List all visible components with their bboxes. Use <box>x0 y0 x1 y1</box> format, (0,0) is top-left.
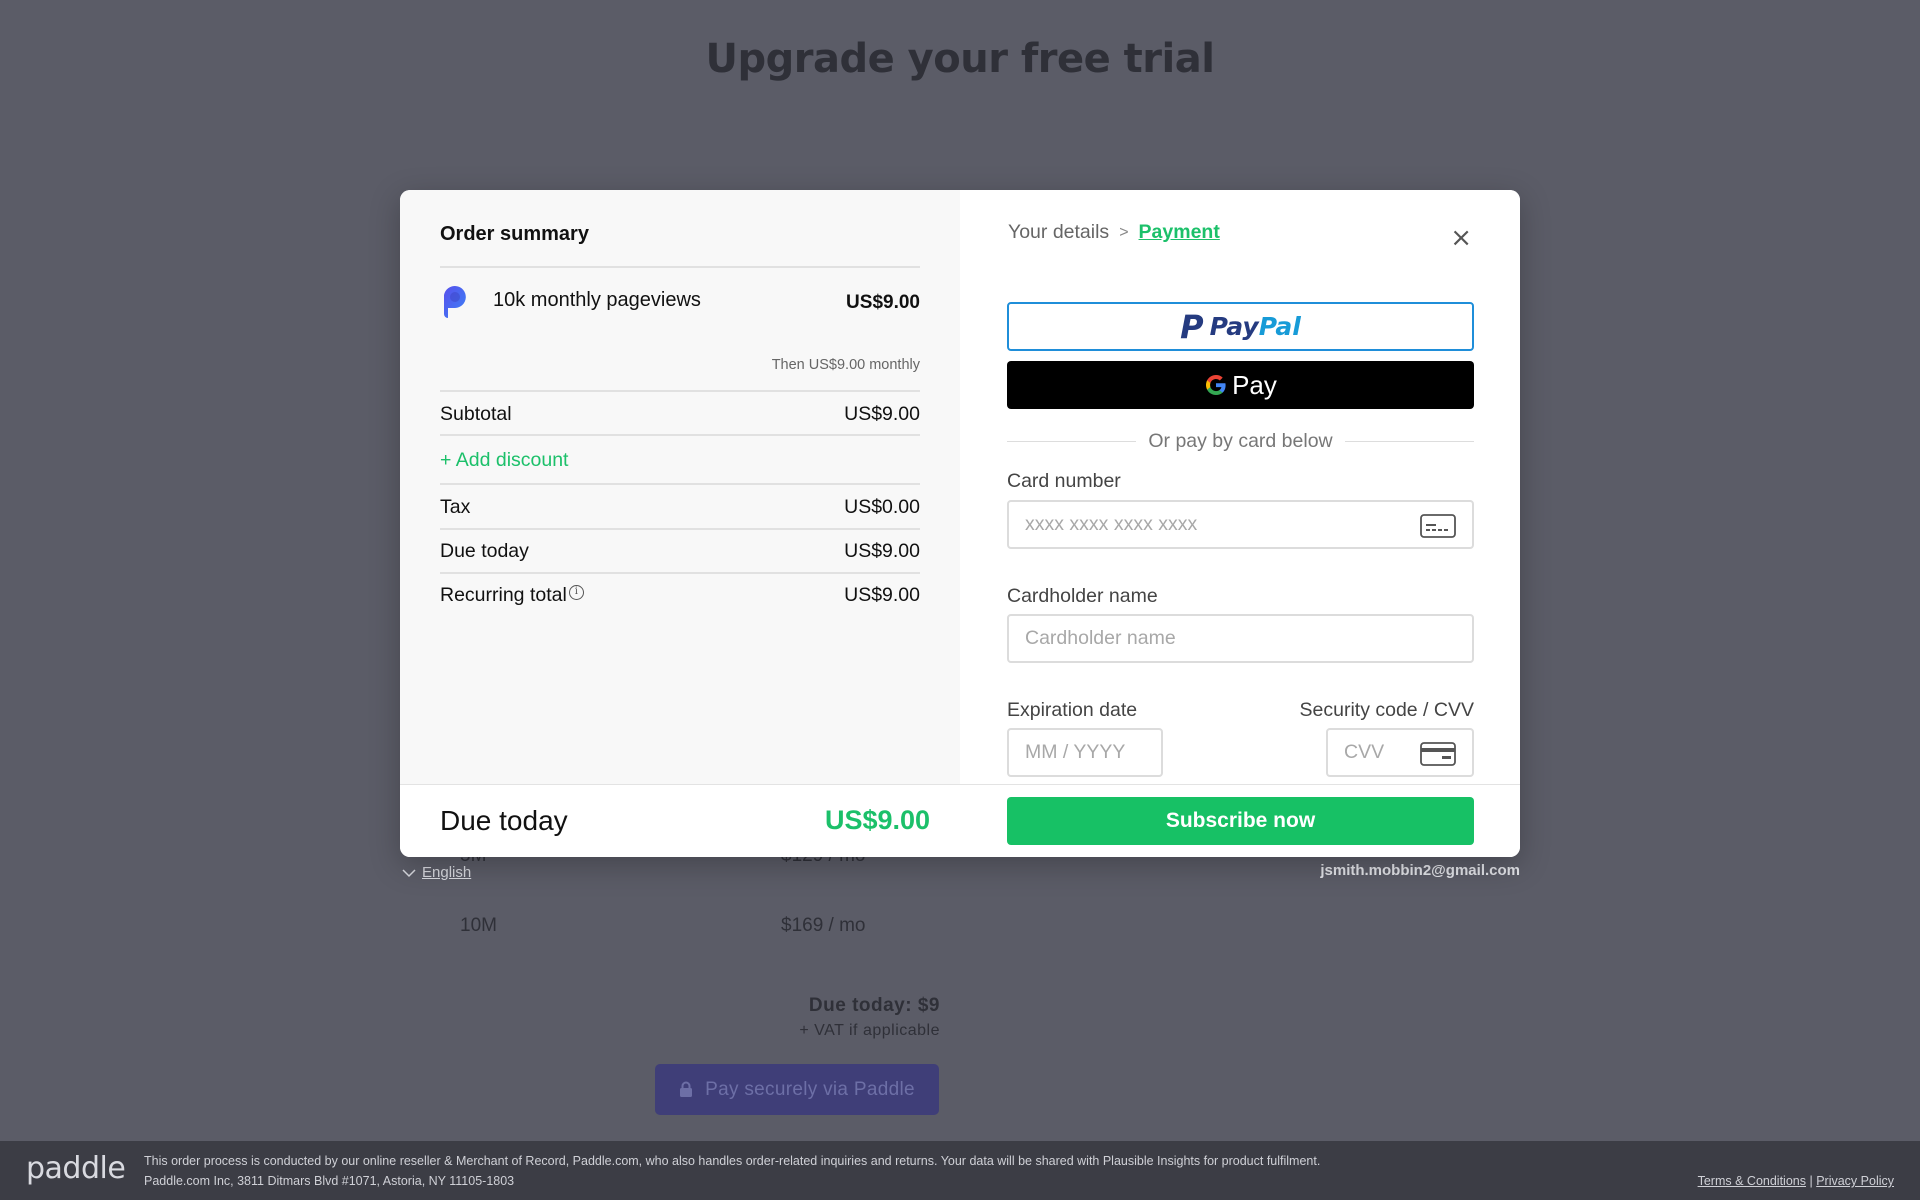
recurring-total-row: Recurring total i US$9.00 <box>440 584 920 607</box>
divider-line <box>1007 441 1137 442</box>
step-your-details[interactable]: Your details <box>1008 221 1109 244</box>
due-today-value: US$9.00 <box>844 540 920 562</box>
expiration-date-input[interactable] <box>1009 730 1161 775</box>
paypal-button[interactable]: P Pay Pal <box>1007 302 1474 351</box>
info-icon[interactable]: i <box>568 585 584 600</box>
paypal-icon: P <box>1180 307 1204 346</box>
chevron-down-icon <box>402 868 416 877</box>
product-price: US$9.00 <box>846 292 920 313</box>
language-selector[interactable]: English <box>402 864 471 881</box>
footer-address: Paddle.com Inc, 3811 Ditmars Blvd #1071,… <box>144 1174 515 1188</box>
recurring-total-value: US$9.00 <box>844 584 920 606</box>
card-back-icon <box>1420 742 1456 766</box>
card-number-label: Card number <box>1007 470 1121 492</box>
privacy-link[interactable]: Privacy Policy <box>1816 1174 1894 1188</box>
subtotal-label: Subtotal <box>440 403 512 425</box>
product-name: 10k monthly pageviews <box>493 289 701 311</box>
divider-line <box>1344 441 1475 442</box>
subscribe-now-button[interactable]: Subscribe now <box>1007 797 1474 845</box>
tax-row: Tax US$0.00 <box>440 496 920 519</box>
card-icon <box>1420 514 1456 538</box>
cardholder-name-input[interactable] <box>1009 616 1472 661</box>
checkout-footer: Due today US$9.00 Subscribe now <box>400 784 1520 857</box>
background-pay-button-label: Pay securely via Paddle <box>705 1078 915 1100</box>
footer-links-separator: | <box>1809 1174 1813 1188</box>
expiration-date-field <box>1007 728 1163 777</box>
cardholder-name-label: Cardholder name <box>1007 585 1158 607</box>
background-vat-note: + VAT if applicable <box>799 1022 940 1039</box>
page-title: Upgrade your free trial <box>705 36 1215 82</box>
paddle-logo: paddle <box>26 1151 126 1186</box>
order-summary-panel: Order summary 10k monthly pageviews US$9… <box>400 190 960 784</box>
language-label: English <box>422 864 472 881</box>
divider <box>440 483 920 485</box>
user-email: jsmith.mobbin2@gmail.com <box>1320 862 1520 879</box>
paypal-wordmark-pal: Pal <box>1258 312 1301 341</box>
step-payment[interactable]: Payment <box>1139 221 1220 244</box>
background-due-today: Due today: $9 <box>808 995 940 1016</box>
footer-links: Terms & Conditions | Privacy Policy <box>1698 1174 1894 1188</box>
divider <box>440 390 920 392</box>
background-pay-button: Pay securely via Paddle <box>655 1064 939 1115</box>
bottom-due-today-label: Due today <box>440 805 568 836</box>
subtotal-value: US$9.00 <box>844 403 920 425</box>
background-plan-10m: 10M <box>460 915 497 936</box>
expiration-date-label: Expiration date <box>1007 699 1138 721</box>
background-price-10m: $169 / mo <box>781 915 866 936</box>
subtotal-row: Subtotal US$9.00 <box>440 403 920 426</box>
google-pay-label: Pay <box>1232 369 1277 400</box>
bottom-due-today-amount: US$9.00 <box>825 805 931 835</box>
cvv-label: Security code / CVV <box>1299 699 1475 721</box>
google-g-icon <box>1206 375 1226 395</box>
checkout-modal: Order summary 10k monthly pageviews US$9… <box>400 190 1520 857</box>
add-discount-link[interactable]: + Add discount <box>440 449 568 472</box>
due-today-row: Due today US$9.00 <box>440 540 920 563</box>
paypal-wordmark-pay: Pay <box>1209 312 1259 341</box>
payment-panel: Your details > Payment × P Pay Pal Pay Or… <box>960 190 1520 784</box>
footer: paddle This order process is conducted b… <box>0 1141 1920 1200</box>
card-divider: Or pay by card below <box>1007 430 1475 453</box>
card-number-field <box>1007 500 1474 549</box>
divider <box>440 528 920 530</box>
divider <box>440 266 920 268</box>
cvv-field <box>1326 728 1474 777</box>
card-divider-text: Or pay by card below <box>1148 430 1333 452</box>
tax-label: Tax <box>440 496 471 518</box>
divider <box>440 434 920 436</box>
card-number-input[interactable] <box>1009 502 1472 547</box>
breadcrumb: Your details > Payment <box>1008 221 1220 244</box>
cardholder-name-field <box>1007 614 1474 663</box>
plausible-logo-icon <box>444 286 466 318</box>
divider <box>440 572 920 574</box>
recurring-note: Then US$9.00 monthly <box>771 357 920 373</box>
breadcrumb-separator: > <box>1119 223 1129 241</box>
footer-legal-text: This order process is conducted by our o… <box>144 1154 1321 1168</box>
lock-icon <box>680 1081 693 1097</box>
close-icon[interactable]: × <box>1450 225 1472 251</box>
terms-link[interactable]: Terms & Conditions <box>1698 1174 1806 1188</box>
due-today-label: Due today <box>440 540 529 562</box>
recurring-total-label: Recurring total <box>440 584 567 606</box>
tax-value: US$0.00 <box>844 496 920 518</box>
order-summary-title: Order summary <box>440 223 589 245</box>
google-pay-button[interactable]: Pay <box>1007 361 1474 409</box>
